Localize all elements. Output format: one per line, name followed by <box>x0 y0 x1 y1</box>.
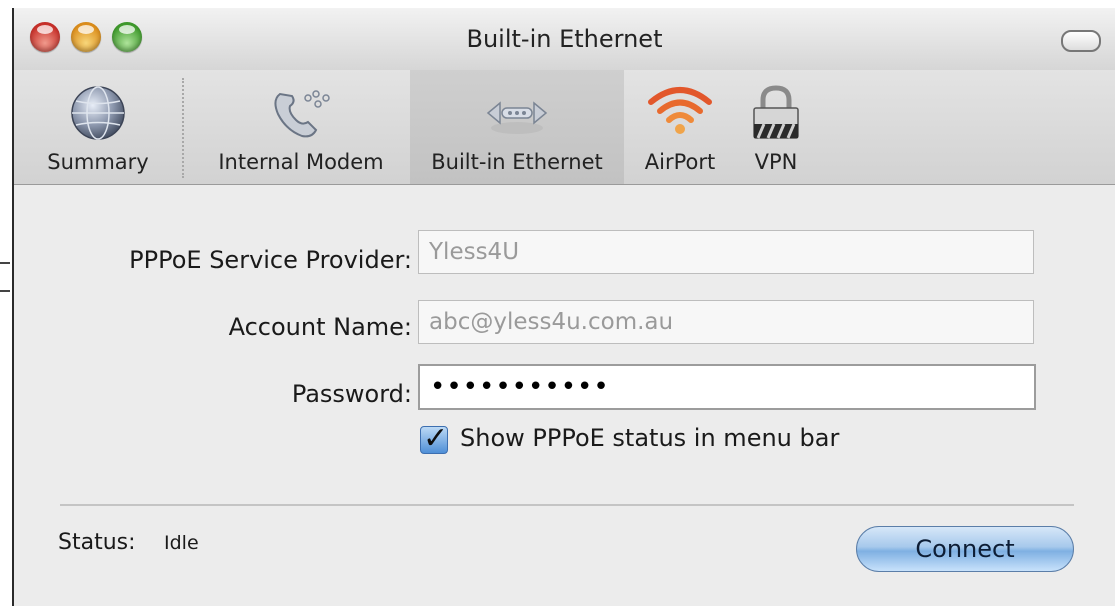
toolbar-item-summary[interactable]: Summary <box>18 70 178 184</box>
toolbar-item-label: VPN <box>754 150 798 174</box>
password-field[interactable] <box>418 364 1036 410</box>
account-label: Account Name: <box>228 313 412 341</box>
toolbar-item-built-in-ethernet[interactable]: Built-in Ethernet <box>410 70 624 184</box>
status-label: Status: <box>58 530 136 555</box>
toolbar-item-label: Built-in Ethernet <box>431 150 603 174</box>
title-bar: Built-in Ethernet <box>14 8 1115 70</box>
toolbar-item-internal-modem[interactable]: Internal Modem <box>198 70 404 184</box>
preferences-window: Built-in Ethernet Summary Internal Modem… <box>12 8 1115 606</box>
toolbar-toggle-button[interactable] <box>1061 30 1101 52</box>
divider <box>60 504 1074 506</box>
ethernet-icon <box>486 101 548 134</box>
toolbar: Summary Internal Modem Built-in Ethernet… <box>14 70 1115 185</box>
globe-icon <box>71 86 125 140</box>
toolbar-item-vpn[interactable]: VPN <box>736 70 816 184</box>
status-value: Idle <box>164 532 199 554</box>
checkmark-icon: ✓ <box>423 421 449 456</box>
toolbar-separator <box>182 78 184 178</box>
provider-field[interactable] <box>418 230 1034 274</box>
toolbar-item-airport[interactable]: AirPort <box>628 70 732 184</box>
toolbar-item-label: Summary <box>47 150 149 174</box>
edge-mark <box>0 262 10 264</box>
provider-label: PPPoE Service Provider: <box>129 246 412 274</box>
window-title: Built-in Ethernet <box>466 25 663 53</box>
edge-mark <box>0 290 10 292</box>
toolbar-item-label: AirPort <box>644 150 716 174</box>
padlock-icon <box>753 85 799 139</box>
toolbar-item-label: Internal Modem <box>218 150 384 174</box>
wifi-icon <box>648 87 712 134</box>
phone-icon <box>274 90 330 138</box>
password-label: Password: <box>291 380 412 408</box>
show-status-checkbox[interactable]: ✓ <box>420 421 448 456</box>
show-status-label[interactable]: Show PPPoE status in menu bar <box>460 424 839 452</box>
account-name-field[interactable] <box>418 300 1034 344</box>
connect-button[interactable]: Connect <box>856 526 1074 572</box>
